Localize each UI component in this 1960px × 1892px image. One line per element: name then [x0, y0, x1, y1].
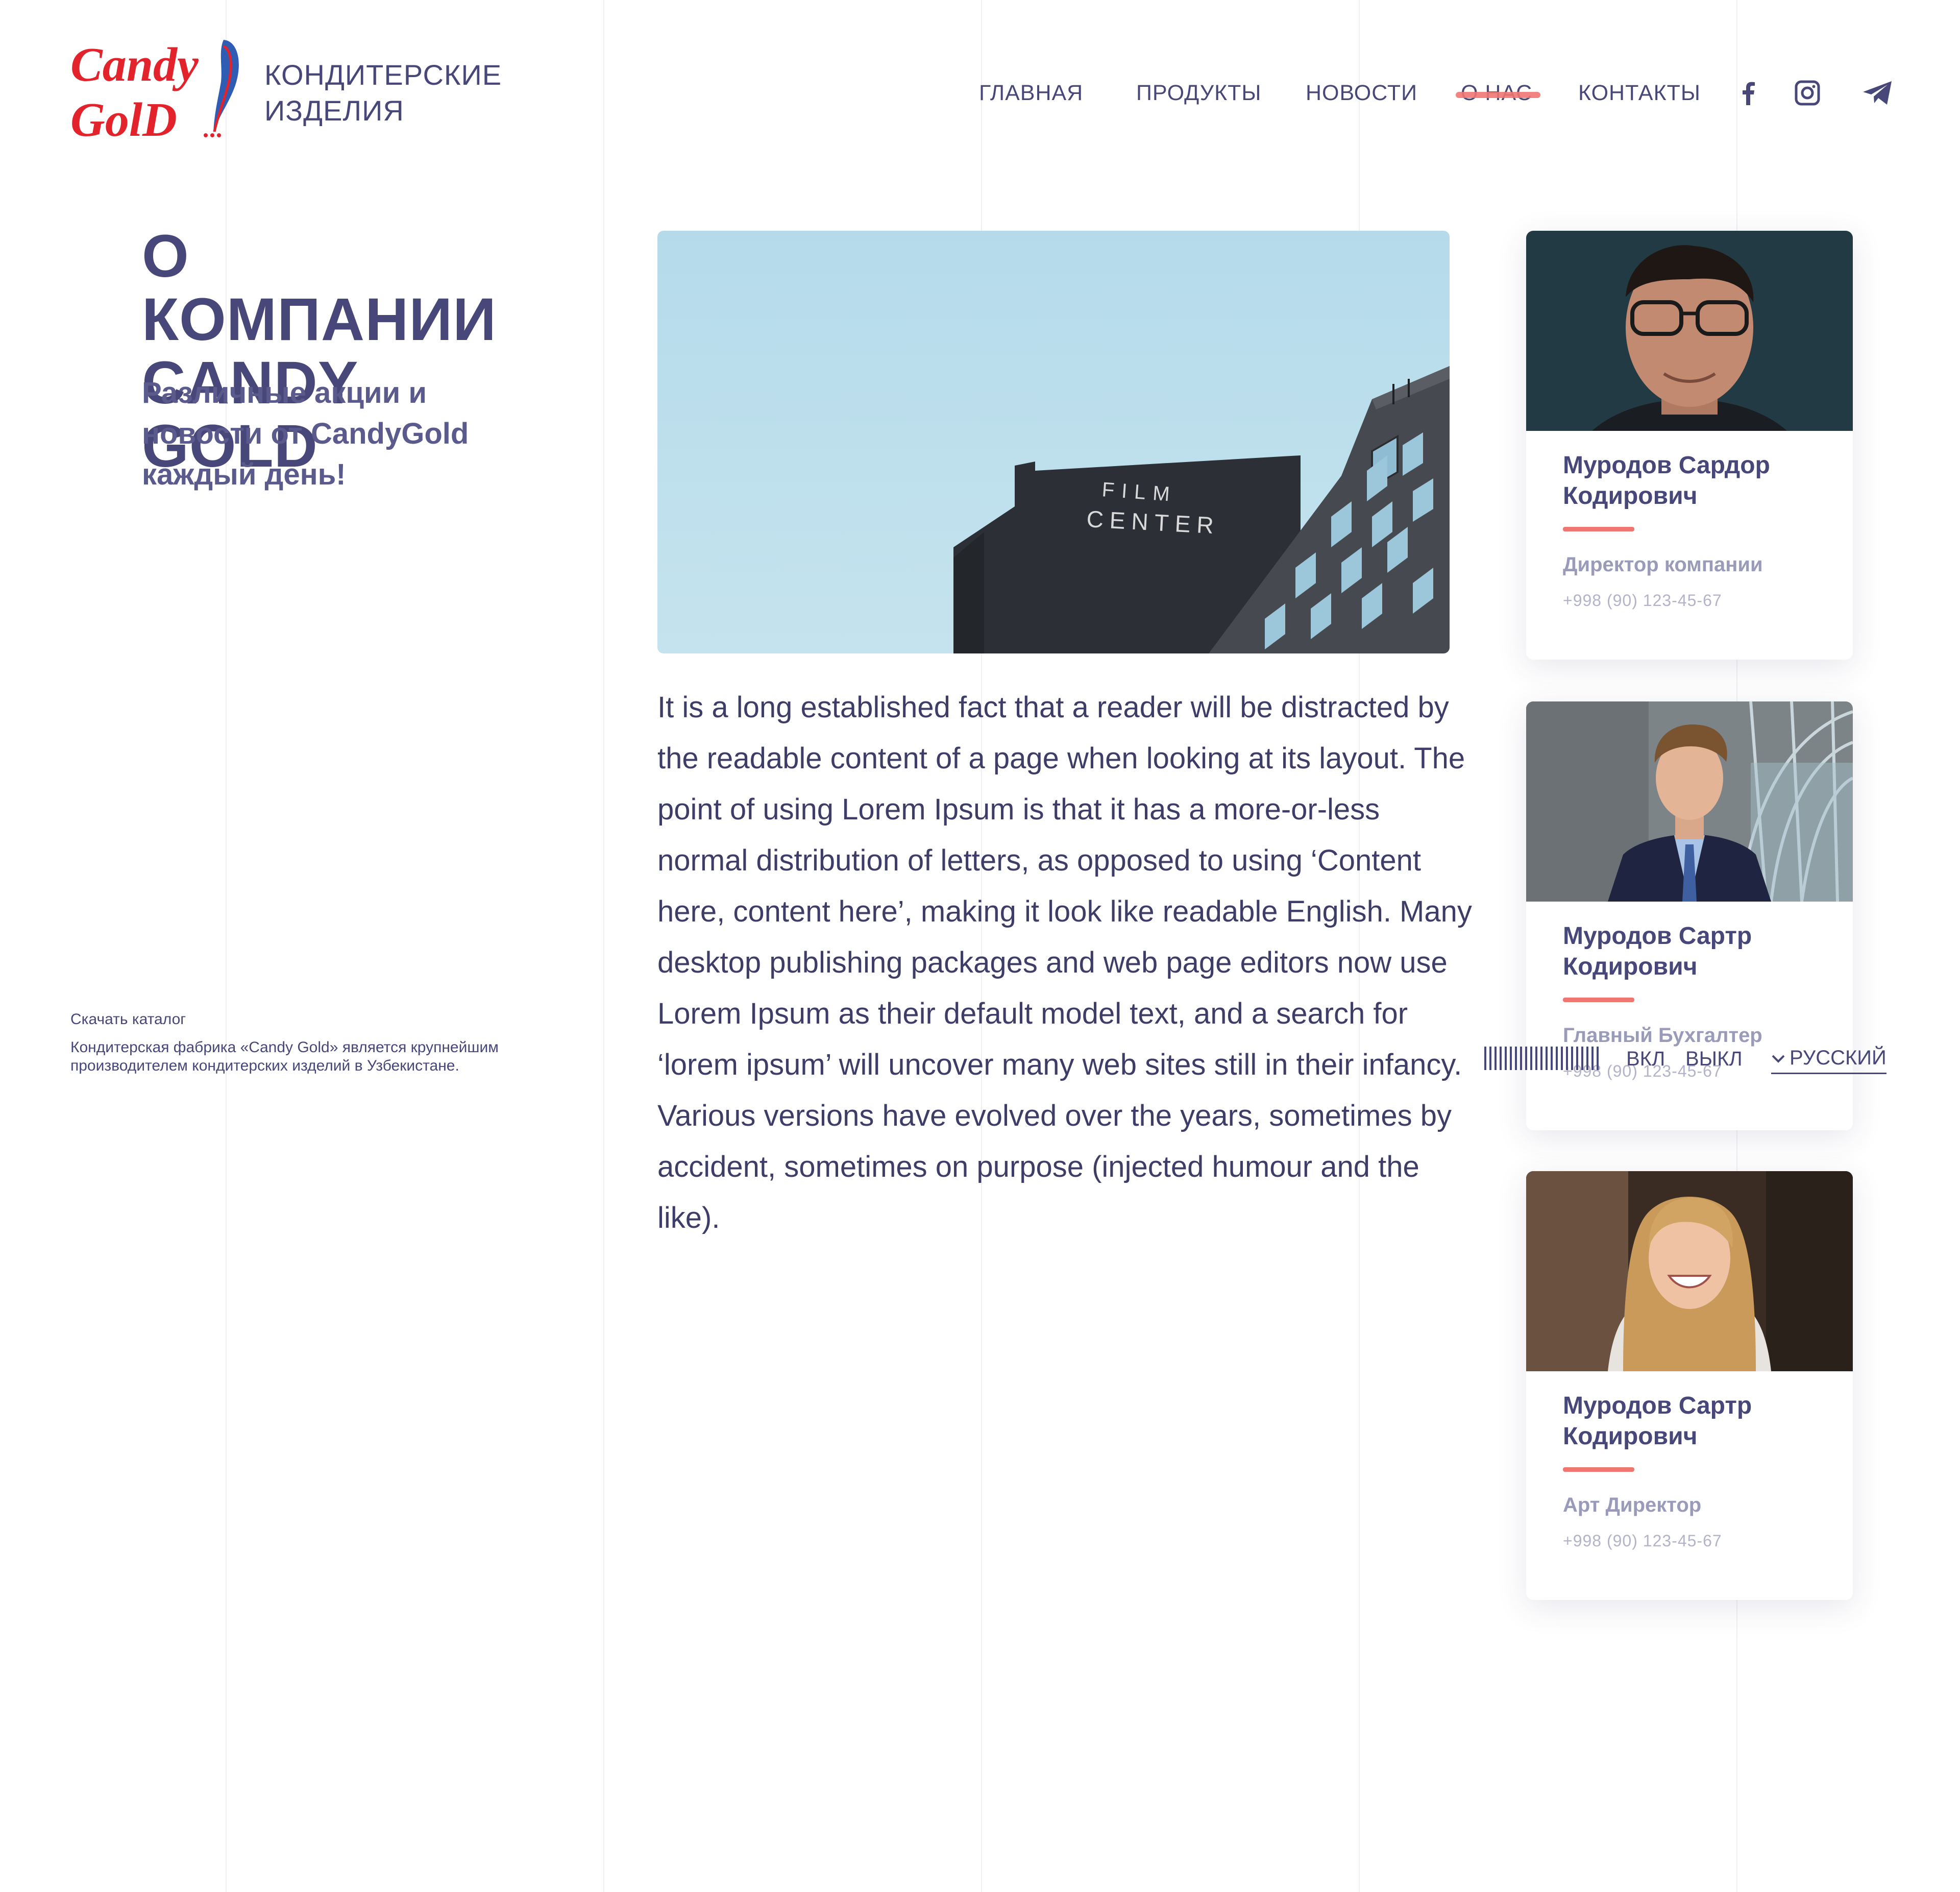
- staff-role: Директор компании: [1563, 553, 1763, 576]
- grid-line: [603, 0, 604, 1892]
- staff-name: Муродов Сартр Кодирович: [1563, 1392, 1752, 1450]
- chevron-down-icon: [1772, 1055, 1785, 1063]
- staff-card: Муродов Сардор Кодирович Директор компан…: [1526, 231, 1853, 660]
- staff-phone[interactable]: +998 (90) 123-45-67: [1563, 591, 1722, 610]
- telegram-icon[interactable]: [1862, 80, 1894, 106]
- download-catalog-link[interactable]: Скачать каталог: [70, 1011, 186, 1028]
- page-title-line1: О КОМПАНИИ: [142, 223, 497, 353]
- facebook-icon[interactable]: [1735, 80, 1762, 106]
- logo-word-candy: Candy: [70, 38, 199, 91]
- page-subtitle: Различные акции и новости от CandyGold к…: [142, 376, 469, 491]
- nav-item-news[interactable]: НОВОСТИ: [1306, 81, 1417, 106]
- accent-divider: [1563, 1467, 1634, 1472]
- brand-title-line2: ИЗДЕЛИЯ: [264, 94, 404, 127]
- accent-divider: [1563, 527, 1634, 531]
- instagram-icon[interactable]: [1794, 80, 1821, 106]
- staff-role: Арт Директор: [1563, 1494, 1702, 1516]
- active-nav-indicator: [1456, 92, 1541, 98]
- language-label: РУССКИЙ: [1790, 1047, 1886, 1069]
- candy-gold-logo[interactable]: Candy GolD: [70, 36, 244, 143]
- staff-role: Главный Бухгалтер: [1563, 1024, 1762, 1047]
- staff-photo: [1526, 1171, 1853, 1371]
- brand-title-line1: КОНДИТЕРСКИЕ: [264, 59, 502, 91]
- company-description: Кондитерская фабрика «Candy Gold» являет…: [70, 1039, 499, 1074]
- staff-card: Муродов Сартр Кодирович Арт Директор +99…: [1526, 1171, 1853, 1600]
- language-select[interactable]: РУССКИЙ: [1771, 1047, 1886, 1074]
- accent-divider: [1563, 998, 1634, 1002]
- logo-word-gold: GolD: [70, 93, 177, 143]
- toggle-on-button[interactable]: ВКЛ: [1626, 1048, 1665, 1071]
- staff-photo: [1526, 231, 1853, 431]
- staff-name: Муродов Сартр Кодирович: [1563, 923, 1752, 980]
- barcode-icon: [1484, 1047, 1599, 1070]
- staff-photo: [1526, 701, 1853, 902]
- staff-name: Муродов Сардор Кодирович: [1563, 452, 1770, 510]
- hero-image: FILM CENTER: [657, 231, 1450, 653]
- toggle-off-button[interactable]: ВЫКЛ: [1685, 1048, 1743, 1071]
- article-text: It is a long established fact that a rea…: [657, 691, 1472, 1234]
- nav-item-products[interactable]: ПРОДУКТЫ: [1136, 81, 1261, 106]
- brand-title: КОНДИТЕРСКИЕ ИЗДЕЛИЯ: [264, 57, 502, 129]
- nav-item-home[interactable]: ГЛАВНАЯ: [979, 81, 1083, 106]
- nav-item-contacts[interactable]: КОНТАКТЫ: [1578, 81, 1701, 106]
- staff-phone[interactable]: +998 (90) 123-45-67: [1563, 1532, 1722, 1550]
- nav-item-about[interactable]: О НАС: [1456, 81, 1541, 106]
